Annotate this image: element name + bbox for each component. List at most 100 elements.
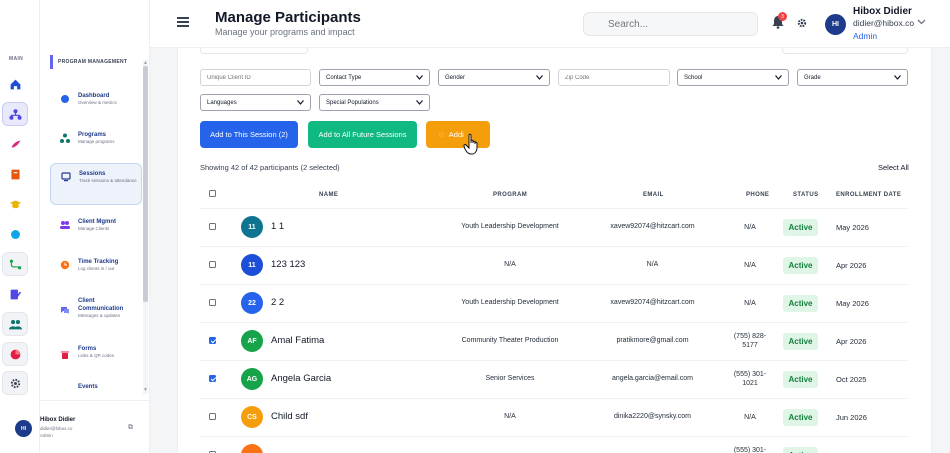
chevron-down-icon — [536, 75, 543, 80]
sidebar-item-client-communication[interactable]: Client Communication Messages & updates — [50, 291, 142, 325]
sidebar-item-label: Client Mgmnt — [78, 219, 116, 225]
footer-avatar[interactable]: HI — [15, 420, 32, 437]
add-to-session-button[interactable]: Add to This Session (2) — [200, 121, 298, 148]
chevron-down-icon[interactable] — [917, 19, 926, 25]
scroll-up-icon[interactable]: ▲ — [143, 60, 148, 66]
graduation-icon[interactable] — [2, 192, 28, 216]
sidebar-item-sub: Links & QR codes — [78, 353, 115, 358]
participant-email: dinika2220@synsky.com — [613, 413, 691, 420]
participant-name[interactable]: Amal Fatima — [271, 335, 324, 346]
status-badge: Active — [783, 333, 818, 350]
contact-type-select[interactable]: Contact Type — [319, 69, 430, 86]
sidebar-section-title: PROGRAM MANAGEMENT — [50, 55, 144, 69]
select-all-checkbox[interactable] — [209, 190, 216, 197]
flow-icon[interactable] — [2, 252, 28, 276]
participant-name[interactable]: 2 2 — [271, 297, 284, 308]
sidebar-item-time-tracking[interactable]: Time Tracking Log clients in / out — [50, 252, 142, 278]
participant-avatar: AF — [241, 330, 263, 352]
column-header-status[interactable]: STATUS — [793, 192, 819, 198]
chevron-down-icon — [894, 75, 901, 80]
document-edit-icon[interactable] — [2, 282, 28, 306]
table-divider — [200, 208, 908, 209]
sidebar-item-programs[interactable]: Programs Manage programs — [50, 125, 142, 151]
user-name: Hibox Didier — [853, 6, 912, 17]
grade-select[interactable]: Grade — [797, 69, 908, 86]
row-checkbox[interactable] — [209, 375, 216, 382]
sidebar-item-label: Programs — [78, 132, 107, 138]
footer-user-name: Hibox Didier — [40, 417, 76, 423]
settings-icon[interactable] — [2, 371, 28, 395]
scroll-down-icon[interactable]: ▼ — [143, 387, 148, 393]
partial-input[interactable] — [782, 48, 908, 54]
menu-icon[interactable] — [177, 17, 189, 27]
participant-avatar: 22 — [241, 292, 263, 314]
home-icon[interactable] — [2, 72, 28, 96]
table-row-divider — [200, 246, 908, 247]
enrollment-date: Oct 2025 — [836, 375, 867, 384]
table-row-divider — [200, 322, 908, 323]
add-to-future-sessions-button[interactable]: Add to All Future Sessions — [308, 121, 417, 148]
sidebar-item-client-mgmnt[interactable]: Client Mgmnt Manage Clients — [50, 212, 142, 238]
people-icon[interactable] — [2, 312, 28, 336]
participant-program: Youth Leadership Development — [461, 223, 559, 230]
search-input[interactable] — [583, 12, 758, 36]
row-checkbox[interactable] — [209, 223, 216, 230]
sidebar-item-sub: Manage Clients — [78, 226, 110, 231]
chevron-down-icon — [416, 75, 423, 80]
book-icon[interactable] — [2, 162, 28, 186]
footer-user-role: Admin — [40, 433, 53, 438]
participant-phone: N/A — [744, 262, 756, 269]
table-row-divider — [200, 398, 908, 399]
partial-input[interactable] — [200, 48, 308, 54]
special-populations-select[interactable]: Special Populations — [319, 94, 430, 111]
sidebar-item-events[interactable]: Events — [50, 377, 142, 401]
participant-avatar: AG — [241, 368, 263, 390]
column-header-phone[interactable]: PHONE — [746, 192, 769, 198]
participant-phone: N/A — [744, 414, 756, 421]
gear-icon[interactable] — [797, 18, 807, 28]
row-checkbox[interactable] — [209, 337, 216, 344]
participants-count: Showing 42 of 42 participants (2 selecte… — [200, 163, 340, 172]
languages-value: Languages — [207, 99, 237, 106]
user-role: Admin — [853, 31, 878, 41]
participant-email: N/A — [646, 261, 659, 268]
sidebar-item-forms[interactable]: Forms Links & QR codes — [50, 339, 142, 366]
column-header-name[interactable]: NAME — [319, 192, 338, 198]
row-checkbox[interactable] — [209, 299, 216, 306]
sidebar-item-dashboard[interactable]: Dashboard Overview & metrics — [50, 86, 142, 112]
zip-code-input[interactable] — [558, 69, 670, 86]
participant-name[interactable]: 1 1 — [271, 221, 284, 232]
row-checkbox[interactable] — [209, 413, 216, 420]
column-header-program[interactable]: PROGRAM — [493, 192, 527, 198]
participant-name[interactable]: 123 123 — [271, 259, 305, 270]
status-badge: Active — [783, 371, 818, 388]
gender-value: Gender — [445, 74, 466, 81]
sidebar-scrollbar-thumb[interactable] — [143, 66, 148, 302]
select-all-link[interactable]: Select All — [878, 163, 909, 172]
brush-icon[interactable] — [2, 132, 28, 156]
gender-select[interactable]: Gender — [438, 69, 550, 86]
school-select[interactable]: School — [677, 69, 789, 86]
page-title: Manage Participants — [215, 9, 361, 26]
languages-select[interactable]: Languages — [200, 94, 311, 111]
column-header-enrollment-date[interactable]: ENROLLMENT DATE — [836, 192, 901, 198]
pie-chart-icon[interactable] — [2, 342, 28, 366]
network-icon[interactable] — [2, 102, 28, 126]
sidebar-item-sessions[interactable]: Sessions Track sessions & attendance — [50, 163, 142, 205]
column-header-email[interactable]: EMAIL — [643, 192, 664, 198]
circle-icon[interactable] — [2, 222, 28, 246]
sessions-icon — [61, 172, 71, 182]
row-checkbox[interactable] — [209, 261, 216, 268]
external-link-icon[interactable]: ⧉ — [128, 424, 133, 432]
sidebar-item-label: Client Communication — [78, 298, 124, 312]
client-id-input[interactable] — [200, 69, 311, 86]
participant-avatar: CS — [241, 406, 263, 428]
enrollment-date: Apr 2026 — [836, 337, 867, 346]
user-avatar[interactable]: HI — [825, 14, 846, 35]
participant-name[interactable]: Angela Garcia — [271, 373, 331, 384]
participant-name[interactable]: Child sdf — [271, 411, 308, 422]
trash-icon — [61, 351, 69, 359]
status-badge: Active — [783, 219, 818, 236]
enrollment-date: Jun 2026 — [836, 413, 867, 422]
sidebar-item-label: Dashboard — [78, 93, 110, 99]
